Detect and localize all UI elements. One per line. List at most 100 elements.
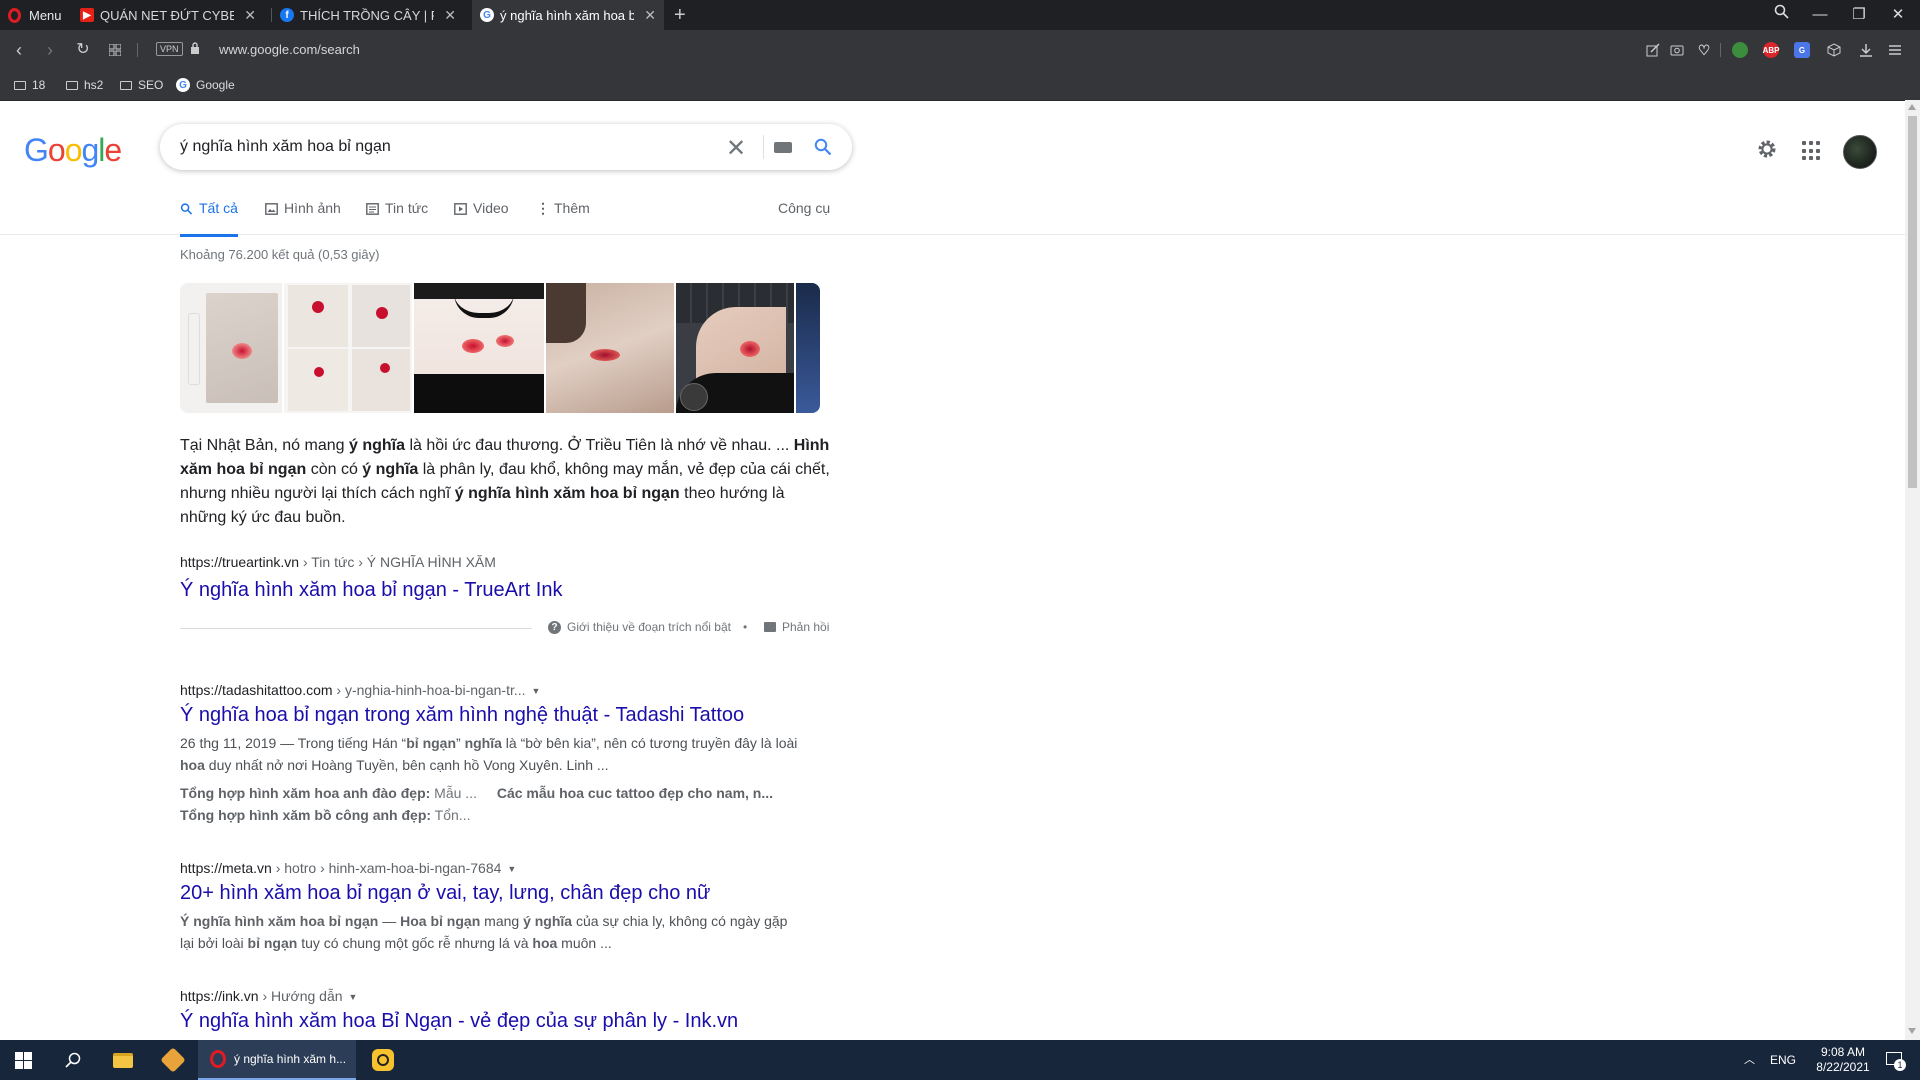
- camera-icon[interactable]: [1669, 42, 1685, 58]
- page-scrollbar[interactable]: [1905, 100, 1920, 1040]
- scrollbar-thumb[interactable]: [1908, 116, 1917, 488]
- feedback-link[interactable]: Phản hồi: [764, 620, 829, 634]
- taskbar-opera-window[interactable]: ý nghĩa hình xăm h...: [198, 1040, 356, 1080]
- tab-news[interactable]: Tin tức: [366, 200, 428, 234]
- sitelink[interactable]: Tổng hợp hình xăm hoa anh đào đẹp: Mẫu .…: [180, 785, 477, 801]
- bookmark-folder-hs2[interactable]: hs2: [66, 70, 103, 100]
- more-vert-icon: ⋮: [536, 200, 550, 216]
- bookmark-label: Google: [196, 78, 235, 92]
- result-title-link[interactable]: 20+ hình xăm hoa bỉ ngạn ở vai, tay, lưn…: [180, 880, 800, 906]
- easy-setup-icon[interactable]: [1887, 42, 1903, 58]
- browser-tab-youtube[interactable]: ▶ QUÁN NET ĐỨT CYBER BIẾ ✕: [72, 0, 264, 30]
- file-explorer-icon[interactable]: [100, 1040, 146, 1080]
- result-description: 26 thg 11, 2019 — Trong tiếng Hán “bỉ ng…: [180, 732, 800, 776]
- show-hidden-icons-icon[interactable]: ︿: [1744, 1040, 1755, 1080]
- featured-snippet-text: Tại Nhật Bản, nó mang ý nghĩa là hồi ức …: [180, 434, 832, 530]
- new-tab-button[interactable]: +: [674, 0, 686, 30]
- highlighted-text: nghĩa: [464, 735, 502, 751]
- bookmark-google[interactable]: G Google: [176, 70, 235, 100]
- language-indicator[interactable]: ENG: [1770, 1040, 1796, 1080]
- tab-video[interactable]: Video: [454, 200, 509, 234]
- system-clock[interactable]: 9:08 AM 8/22/2021: [1806, 1045, 1880, 1075]
- close-tab-icon[interactable]: ✕: [244, 7, 256, 24]
- divider: [1720, 43, 1721, 57]
- about-featured-snippets-link[interactable]: ? Giới thiệu về đoạn trích nổi bật •: [548, 620, 747, 634]
- browser-tab-google-active[interactable]: G ý nghĩa hình xăm hoa bỉ ng ✕: [472, 0, 664, 30]
- result-title-link[interactable]: Ý nghĩa hình xăm hoa Bỉ Ngạn - vẻ đẹp củ…: [180, 1008, 800, 1034]
- tattoo-image-1[interactable]: [180, 283, 282, 413]
- app-launcher-icon[interactable]: [150, 1040, 196, 1080]
- translate-icon[interactable]: G: [1794, 42, 1810, 58]
- tab-images[interactable]: Hình ảnh: [265, 200, 341, 234]
- tattoo-image-6-partial[interactable]: [796, 283, 820, 413]
- messenger-app-icon[interactable]: [360, 1040, 406, 1080]
- dropdown-arrow-icon[interactable]: ▼: [532, 686, 541, 696]
- address-bar: ‹ › ↻ VPN www.google.com/search ♡ ABP G: [0, 30, 1920, 70]
- feedback-icon: [764, 622, 776, 632]
- tab-label: Tất cả: [199, 200, 238, 216]
- adblock-plus-icon[interactable]: ABP: [1763, 42, 1779, 58]
- dropdown-arrow-icon[interactable]: ▼: [507, 864, 516, 874]
- keyboard-icon[interactable]: [774, 142, 792, 153]
- text-segment: 26 thg 11, 2019 — Trong tiếng Hán “: [180, 735, 407, 751]
- windows-start-icon[interactable]: [0, 1040, 46, 1080]
- scroll-up-arrow-icon[interactable]: [1908, 104, 1916, 110]
- search-input[interactable]: [180, 124, 680, 170]
- extension-leaf-icon[interactable]: [1732, 42, 1748, 58]
- notification-center-icon[interactable]: 1: [1880, 1040, 1910, 1080]
- sitelink[interactable]: Các mẫu hoa cuc tattoo đẹp cho nam, n...: [497, 785, 773, 801]
- back-button[interactable]: ‹: [7, 30, 31, 70]
- close-tab-icon[interactable]: ✕: [644, 7, 656, 24]
- tab-title: ý nghĩa hình xăm hoa bỉ ng: [500, 7, 635, 23]
- browser-search-icon[interactable]: [1766, 0, 1796, 30]
- speed-dial-grid-icon[interactable]: [103, 30, 127, 70]
- heart-icon[interactable]: ♡: [1696, 42, 1712, 58]
- minimize-button[interactable]: —: [1805, 0, 1835, 30]
- restore-button[interactable]: ❐: [1844, 0, 1874, 30]
- close-tab-icon[interactable]: ✕: [444, 7, 456, 24]
- taskbar-search-icon[interactable]: [50, 1040, 96, 1080]
- dropdown-arrow-icon[interactable]: ▼: [349, 992, 358, 1002]
- download-icon[interactable]: [1858, 42, 1874, 58]
- about-label: Giới thiệu về đoạn trích nổi bật: [567, 620, 731, 634]
- result-url: https://meta.vn: [180, 860, 272, 876]
- bookmark-label: 18: [32, 78, 46, 92]
- tab-label: Hình ảnh: [284, 200, 341, 216]
- url-field[interactable]: www.google.com/search: [219, 30, 360, 70]
- google-apps-icon[interactable]: [1802, 141, 1822, 161]
- google-logo[interactable]: Google: [24, 132, 122, 169]
- bookmark-folder-seo[interactable]: SEO: [120, 70, 163, 100]
- tattoo-image-5[interactable]: [676, 283, 794, 413]
- lock-icon[interactable]: [190, 42, 200, 54]
- account-avatar[interactable]: [1843, 135, 1877, 169]
- opera-menu-button[interactable]: Menu: [8, 0, 62, 30]
- result-title-link[interactable]: Ý nghĩa hoa bỉ ngạn trong xăm hình nghệ …: [180, 702, 800, 728]
- tab-more[interactable]: ⋮ Thêm: [536, 200, 590, 234]
- edit-icon[interactable]: [1645, 42, 1661, 58]
- notification-badge: 1: [1894, 1059, 1906, 1071]
- browser-tab-facebook[interactable]: f THÍCH TRỒNG CÂY | Faceb ✕: [272, 0, 464, 30]
- settings-gear-icon[interactable]: [1756, 138, 1778, 160]
- highlighted-text: ý nghĩa: [348, 437, 405, 454]
- clear-search-icon[interactable]: ✕: [723, 134, 749, 163]
- tab-label: Tin tức: [385, 200, 429, 216]
- sitelink-title: Tổng hợp hình xăm hoa anh đào đẹp:: [180, 785, 431, 801]
- highlighted-text: ý nghĩa: [523, 913, 573, 929]
- reload-button[interactable]: ↻: [71, 30, 95, 70]
- vpn-badge[interactable]: VPN: [156, 42, 183, 56]
- tattoo-image-4[interactable]: [546, 283, 674, 413]
- search-icon[interactable]: [814, 138, 832, 156]
- source-breadcrumb: › Tin tức › Ý NGHĨA HÌNH XĂM: [299, 554, 496, 570]
- tattoo-image-3[interactable]: [414, 283, 544, 413]
- tattoo-image-2[interactable]: [284, 283, 412, 413]
- featured-snippet-title-link[interactable]: Ý nghĩa hình xăm hoa bỉ ngạn - TrueArt I…: [180, 577, 562, 603]
- sitelink[interactable]: Tổng hợp hình xăm bồ công anh đẹp: Tổn..…: [180, 807, 470, 823]
- bookmark-folder-18[interactable]: 18: [14, 70, 45, 100]
- scroll-down-arrow-icon[interactable]: [1908, 1028, 1916, 1034]
- tools-button[interactable]: Công cụ: [778, 200, 830, 216]
- forward-button[interactable]: ›: [38, 30, 62, 70]
- close-window-button[interactable]: ✕: [1883, 0, 1913, 30]
- tab-all[interactable]: Tất cả: [180, 200, 238, 237]
- news-icon: [366, 203, 379, 215]
- cube-icon[interactable]: [1826, 42, 1842, 58]
